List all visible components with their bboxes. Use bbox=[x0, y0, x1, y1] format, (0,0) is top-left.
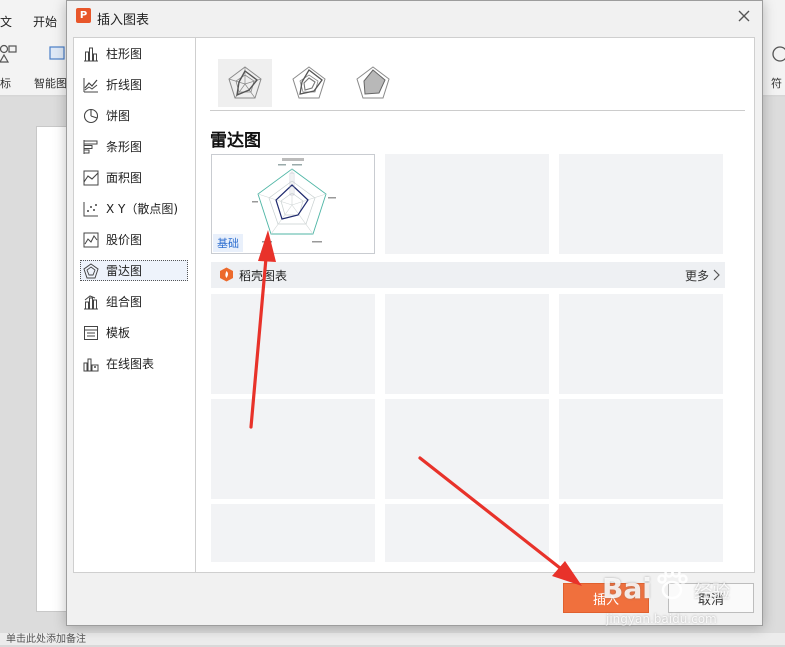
app-ribbon-icon-label[interactable]: 标 bbox=[0, 75, 11, 91]
template-icon bbox=[84, 325, 98, 340]
online-template-tile[interactable] bbox=[211, 294, 375, 394]
sidebar-item-line[interactable]: 折线图 bbox=[74, 69, 195, 100]
sidebar-item-label: 雷达图 bbox=[106, 264, 143, 278]
sidebar-item-radar[interactable]: 雷达图 bbox=[74, 255, 195, 286]
online-template-tile[interactable] bbox=[385, 294, 549, 394]
section-title: 雷达图 bbox=[210, 131, 261, 151]
sidebar-item-label: 组合图 bbox=[106, 295, 143, 309]
app-notes-bar[interactable]: 单击此处添加备注 bbox=[0, 633, 785, 645]
close-icon[interactable] bbox=[734, 6, 754, 26]
sidebar-item-bar[interactable]: 条形图 bbox=[74, 131, 195, 162]
radar-chart-icon bbox=[83, 262, 99, 278]
variant-radar-markers[interactable] bbox=[282, 59, 336, 107]
chart-type-sidebar: 柱形图 折线图 饼图 条形图 面积图 X Y（散点图) 股价图 雷达图 组合图 … bbox=[74, 38, 196, 572]
sidebar-item-label: 模板 bbox=[106, 326, 131, 340]
sidebar-item-pie[interactable]: 饼图 bbox=[74, 100, 195, 131]
dialog-title: 插入图表 bbox=[97, 13, 150, 28]
app-ribbon-smartart-label[interactable]: 智能图 bbox=[34, 75, 67, 91]
more-link[interactable]: 更多 bbox=[685, 267, 709, 284]
basic-badge: 基础 bbox=[213, 234, 243, 252]
sidebar-item-label: X Y（散点图) bbox=[106, 202, 179, 216]
sidebar-item-column[interactable]: 柱形图 bbox=[74, 38, 195, 69]
app-ribbon-symbol-label[interactable]: 符 bbox=[771, 75, 782, 91]
variant-radar[interactable] bbox=[218, 59, 272, 107]
sidebar-item-combo[interactable]: 组合图 bbox=[74, 286, 195, 317]
app-tab-file[interactable]: 文 bbox=[0, 13, 12, 30]
dialog-body: 柱形图 折线图 饼图 条形图 面积图 X Y（散点图) 股价图 雷达图 组合图 … bbox=[73, 37, 755, 573]
chevron-right-icon[interactable] bbox=[711, 268, 721, 282]
radar-markers-variant-icon bbox=[292, 66, 326, 99]
online-template-tile[interactable] bbox=[559, 399, 723, 499]
column-chart-icon bbox=[84, 47, 98, 61]
line-chart-icon bbox=[83, 77, 98, 92]
stock-chart-icon bbox=[83, 232, 99, 247]
sidebar-item-template[interactable]: 模板 bbox=[74, 317, 195, 348]
insert-chart-dialog: P 插入图表 柱形图 折线图 饼图 条形图 面积图 X Y（散点图) 股价图 雷… bbox=[66, 0, 763, 626]
pie-chart-icon bbox=[83, 108, 99, 123]
sidebar-item-label: 面积图 bbox=[106, 171, 143, 185]
sidebar-item-label: 股价图 bbox=[106, 233, 143, 247]
sidebar-item-label: 在线图表 bbox=[106, 357, 155, 371]
online-template-tile[interactable] bbox=[211, 399, 375, 499]
sidebar-item-label: 条形图 bbox=[106, 140, 143, 154]
bar-chart-icon bbox=[83, 139, 98, 154]
online-template-tile[interactable] bbox=[385, 399, 549, 499]
template-tile[interactable] bbox=[559, 154, 723, 254]
scatter-chart-icon bbox=[83, 201, 98, 216]
presentation-app-icon: P bbox=[76, 8, 91, 23]
insert-button[interactable]: 插入 bbox=[563, 583, 649, 613]
sidebar-item-label: 折线图 bbox=[106, 78, 143, 92]
sidebar-item-label: 柱形图 bbox=[106, 47, 143, 61]
smart-art-icon[interactable] bbox=[48, 44, 66, 64]
chart-gallery: 雷达图 基础 稻壳图表 更多 bbox=[197, 38, 755, 572]
docer-logo-icon bbox=[220, 267, 233, 282]
area-chart-icon bbox=[83, 170, 99, 185]
online-charts-header: 稻壳图表 更多 bbox=[211, 262, 725, 288]
shapes-icon[interactable] bbox=[0, 44, 18, 64]
app-tab-home[interactable]: 开始 bbox=[33, 13, 57, 30]
sidebar-item-label: 饼图 bbox=[106, 109, 131, 123]
sidebar-item-online-chart[interactable]: 在线图表 bbox=[74, 348, 195, 379]
combo-chart-icon bbox=[84, 294, 98, 309]
online-template-tile[interactable] bbox=[559, 294, 723, 394]
radar-variant-icon bbox=[228, 66, 262, 99]
variant-filled-radar[interactable] bbox=[346, 59, 400, 107]
radar-variant-row bbox=[210, 56, 745, 111]
online-chart-icon bbox=[83, 358, 99, 371]
sidebar-item-stock[interactable]: 股价图 bbox=[74, 224, 195, 255]
dialog-titlebar[interactable]: P 插入图表 bbox=[67, 1, 762, 33]
sidebar-item-area[interactable]: 面积图 bbox=[74, 162, 195, 193]
online-template-tile[interactable] bbox=[559, 504, 723, 562]
online-template-tile[interactable] bbox=[385, 504, 549, 562]
cancel-button[interactable]: 取消 bbox=[668, 583, 754, 613]
template-tile[interactable] bbox=[385, 154, 549, 254]
online-template-tile[interactable] bbox=[211, 504, 375, 562]
symbol-icon[interactable] bbox=[771, 44, 785, 64]
sidebar-item-scatter[interactable]: X Y（散点图) bbox=[74, 193, 195, 224]
filled-radar-variant-icon bbox=[356, 66, 390, 99]
online-charts-label: 稻壳图表 bbox=[239, 269, 288, 283]
template-tile-basic[interactable]: 基础 bbox=[211, 154, 375, 254]
